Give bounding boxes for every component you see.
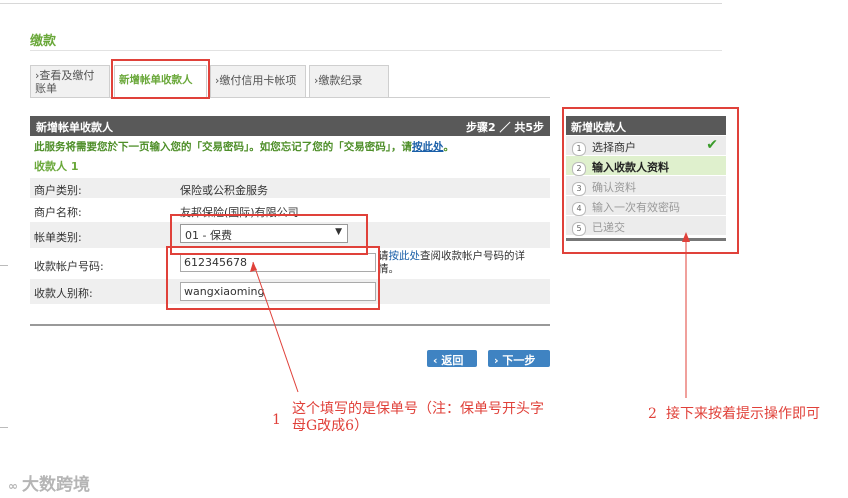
annotation-2-text: 接下来按着提示操作即可 <box>666 406 820 422</box>
arrowhead-2-icon <box>682 232 690 242</box>
annotation-2-number: 2 <box>648 406 657 422</box>
watermark-text: 大数跨境 <box>22 475 90 495</box>
annotation-1-number: 1 <box>272 412 281 428</box>
arrow-line-1 <box>252 261 299 393</box>
watermark-logo-icon: ∞ <box>8 479 18 493</box>
watermark: ∞ 大数跨境 <box>8 470 90 495</box>
annotation-1-text: 这个填写的是保单号（注：保单号开头字母G改成6） <box>292 401 544 434</box>
